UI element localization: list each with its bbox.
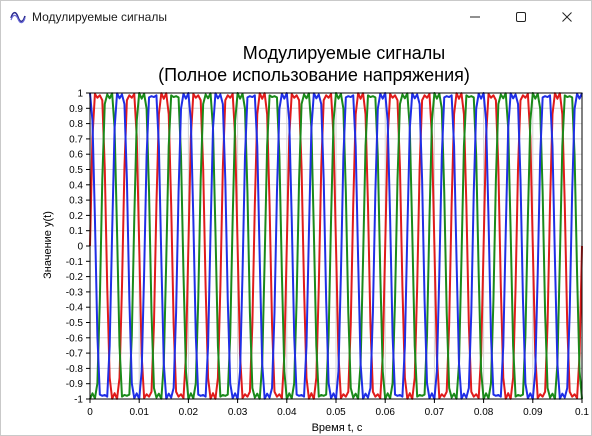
x-tick-label: 0.09 [523,407,543,418]
y-tick-label: -0.3 [66,287,84,298]
y-tick-label: -1 [74,395,83,406]
x-tick-label: 0.02 [179,407,199,418]
y-tick-label: -0.6 [66,333,84,344]
y-tick-label: -0.1 [66,257,84,268]
y-tick-label: 0.8 [69,119,83,130]
y-tick-label: 0.3 [69,196,83,207]
window-title: Модулируемые сигналы [32,10,167,24]
minimize-button[interactable] [452,1,498,33]
title-bar[interactable]: Модулируемые сигналы [1,1,591,33]
x-tick-label: 0.05 [326,407,346,418]
y-tick-label: 0 [77,242,83,253]
y-tick-label: -0.9 [66,379,84,390]
y-tick-label: 0.2 [69,211,83,222]
y-tick-label: -0.2 [66,272,84,283]
x-tick-label: 0 [87,407,93,418]
x-tick-label: 0.04 [277,407,297,418]
y-tick-label: -0.7 [66,349,84,360]
y-axis: 1 0.9 0.8 0.7 0.6 0.5 0.4 0.3 0.2 0.1 0 -0.1 -0.2 -0.… [66,89,90,406]
y-tick-label: 0.6 [69,150,83,161]
app-window: Модулируемые сигналы Модулируемые сигнал… [0,0,592,436]
y-tick-label: 0.5 [69,165,83,176]
y-tick-label: 0.1 [69,226,83,237]
x-tick-label: 0.08 [474,407,494,418]
y-tick-label: 0.7 [69,134,83,145]
y-tick-label: -0.5 [66,318,84,329]
x-tick-label: 0.1 [575,407,589,418]
chart-subtitle: (Полное использование напряжения) [158,65,470,85]
x-axis: 0 0.01 0.02 0.03 0.04 0.05 0.06 0.07 0.08 0.09 0.1 [87,399,589,418]
y-tick-label: -0.8 [66,364,84,375]
y-axis-label: Значение y(t) [42,211,54,279]
signal-chart: Модулируемые сигналы (Полное использован… [42,43,589,434]
maximize-icon [516,12,526,22]
x-tick-label: 0.01 [129,407,149,418]
wave-app-icon [10,9,26,25]
x-axis-label: Время t, с [312,422,363,434]
x-tick-label: 0.07 [425,407,445,418]
y-tick-label: 0.4 [69,180,83,191]
x-tick-label: 0.03 [228,407,248,418]
close-icon [562,12,572,22]
y-tick-label: -0.4 [66,303,84,314]
minimize-icon [470,16,480,18]
chart-title: Модулируемые сигналы [243,43,445,63]
y-tick-label: 1 [77,89,83,100]
maximize-button[interactable] [498,1,544,33]
y-tick-label: 0.9 [69,104,83,115]
x-tick-label: 0.06 [375,407,395,418]
close-button[interactable] [544,1,590,33]
